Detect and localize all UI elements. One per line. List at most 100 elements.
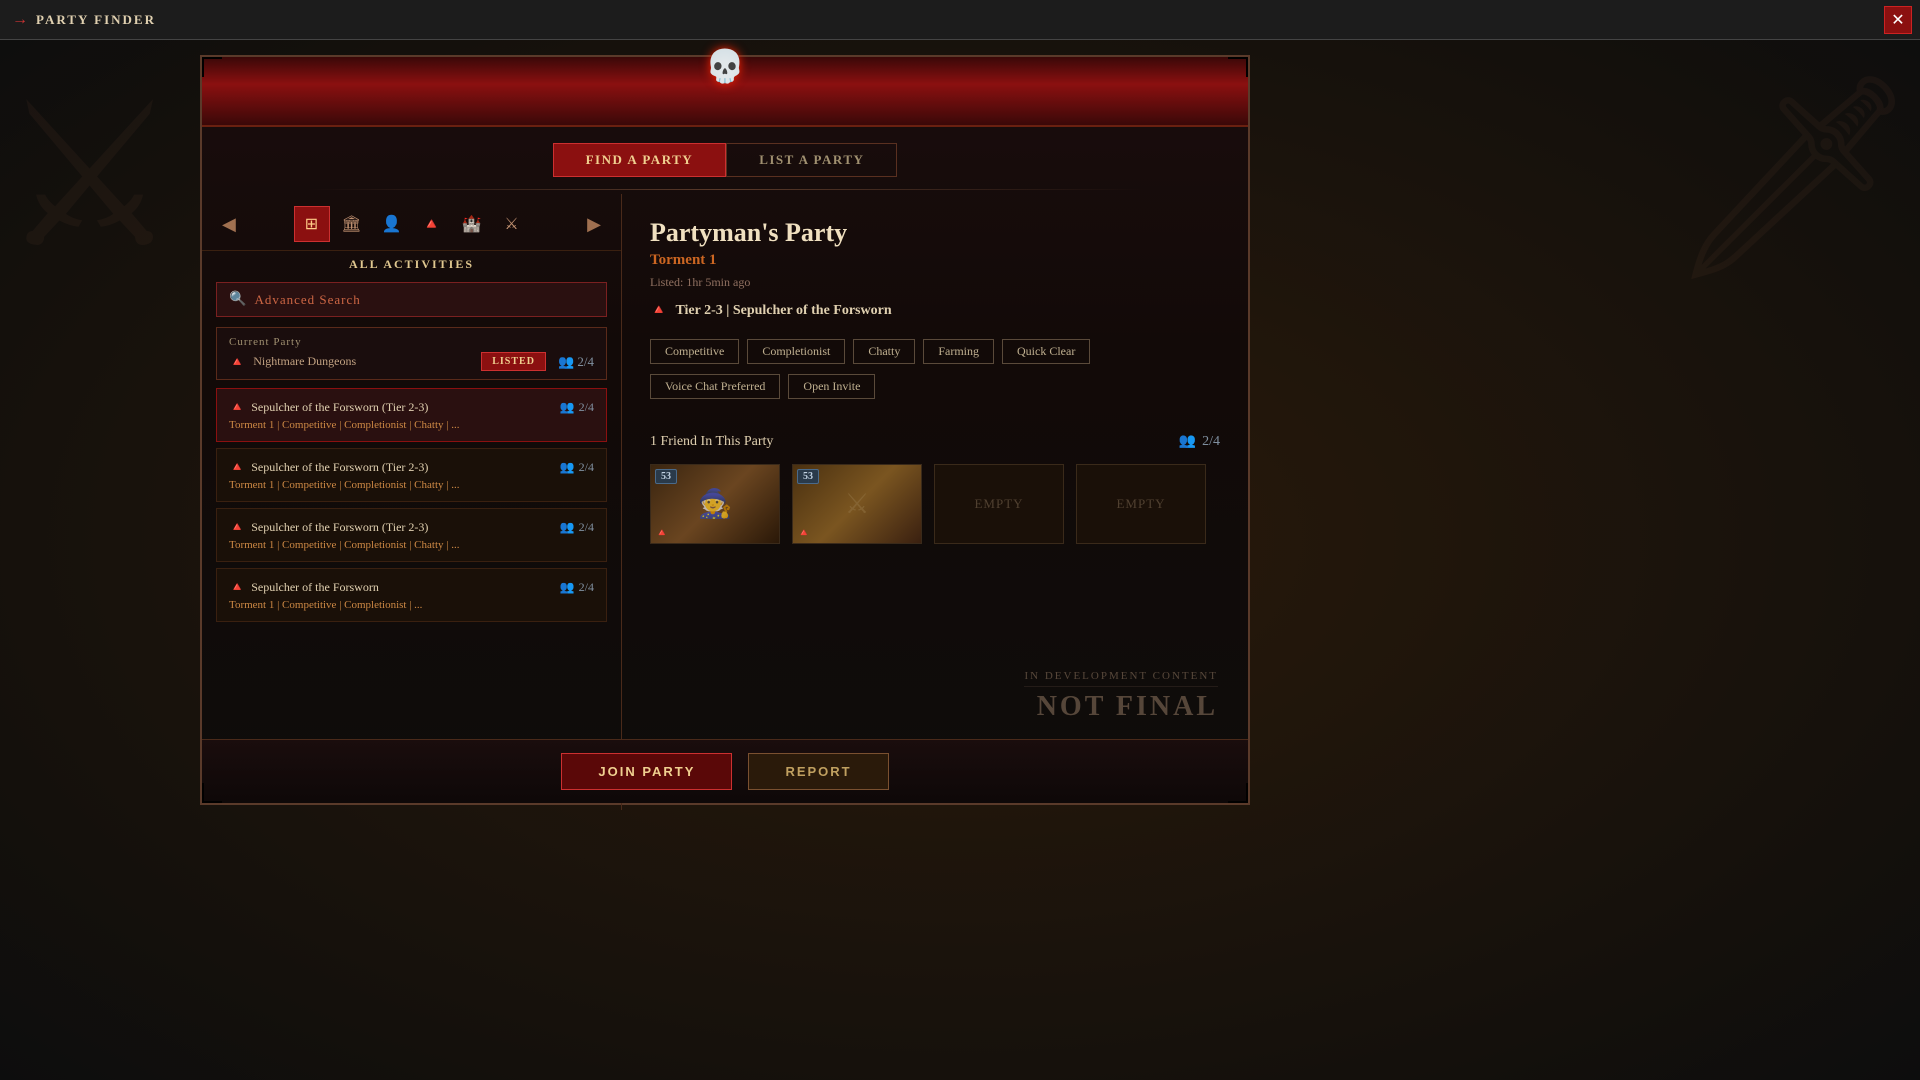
party-list-item[interactable]: 🔺 Sepulcher of the Forsworn (Tier 2-3) 👥…: [216, 388, 607, 442]
party-list-item[interactable]: 🔺 Sepulcher of the Forsworn (Tier 2-3) 👥…: [216, 508, 607, 562]
filter-castle-icon[interactable]: 🏰: [454, 206, 490, 242]
search-text: Advanced Search: [254, 292, 360, 308]
player-level-2: 53: [797, 469, 819, 484]
current-party-label: Current Party: [229, 336, 594, 348]
current-party-box: Current Party 🔺 Nightmare Dungeons LISTE…: [216, 327, 607, 380]
party-name-title: Partyman's Party: [650, 218, 1220, 248]
tag-voice-chat: Voice Chat Preferred: [650, 374, 780, 399]
tags-row-1: Competitive Completionist Chatty Farming…: [650, 339, 1220, 364]
left-panel: ◀ ⊞ 🏛 👤 🔺 🏰 ⚔ ▶ ALL ACTIVITIES 🔍 Advance…: [202, 194, 622, 810]
filter-fire-icon[interactable]: 🔺: [414, 206, 450, 242]
corner-tr: [1228, 57, 1248, 77]
party-list-item[interactable]: 🔺 Sepulcher of the Forsworn 👥 2/4 Tormen…: [216, 568, 607, 622]
filter-sword-icon[interactable]: ⚔: [494, 206, 530, 242]
current-party-content: 🔺 Nightmare Dungeons LISTED 👥 2/4: [229, 352, 594, 371]
filter-all-icon[interactable]: ⊞: [294, 206, 330, 242]
friends-header: 1 Friend In This Party 👥 2/4: [650, 433, 1220, 450]
party-list-item[interactable]: 🔺 Sepulcher of the Forsworn (Tier 2-3) 👥…: [216, 448, 607, 502]
player-level-1: 53: [655, 469, 677, 484]
title-bar-title: PARTY FINDER: [36, 12, 156, 28]
tag-open-invite: Open Invite: [788, 374, 875, 399]
party-name-text-2: Sepulcher of the Forsworn (Tier 2-3): [251, 460, 428, 475]
join-party-button[interactable]: Join Party: [561, 753, 732, 790]
bottom-bar: Join Party Report: [202, 739, 1248, 803]
modal-body: ◀ ⊞ 🏛 👤 🔺 🏰 ⚔ ▶ ALL ACTIVITIES 🔍 Advance…: [202, 194, 1248, 810]
party-listed-time: Listed: 1hr 5min ago: [650, 275, 1220, 290]
dungeon-icon-1: 🔺: [229, 399, 245, 415]
tab-find-party[interactable]: FIND A PARTY: [553, 143, 727, 177]
detail-dungeon-icon: 🔺: [650, 302, 667, 319]
player-slot-1: 🧙 53 🔺: [650, 464, 780, 544]
title-bar: → PARTY FINDER ✕: [0, 0, 1920, 40]
party-item-header: 🔺 Sepulcher of the Forsworn (Tier 2-3) 👥…: [229, 519, 594, 535]
party-difficulty: Torment 1: [650, 252, 1220, 269]
friends-section: 1 Friend In This Party 👥 2/4 🧙 53 🔺: [650, 433, 1220, 544]
party-member-count-4: 👥 2/4: [560, 580, 594, 595]
decorative-right: 🗡: [1666, 60, 1920, 295]
party-dungeon-detail: 🔺 Tier 2-3 | Sepulcher of the Forsworn: [650, 302, 1220, 319]
player-slots: 🧙 53 🔺 ⚔ 53 🔺 EMPT: [650, 464, 1220, 544]
party-item-name: 🔺 Sepulcher of the Forsworn (Tier 2-3): [229, 459, 428, 475]
decorative-left: ⚔: [0, 60, 179, 293]
current-party-dungeon-icon: 🔺: [229, 354, 245, 370]
report-button[interactable]: Report: [748, 753, 888, 790]
current-party-info: 🔺 Nightmare Dungeons: [229, 354, 356, 370]
dungeon-icon-4: 🔺: [229, 579, 245, 595]
empty-slot-label-3: EMPTY: [974, 496, 1023, 512]
close-button[interactable]: ✕: [1884, 6, 1912, 34]
player-class-icon-1: 🔺: [655, 526, 669, 539]
tag-quick-clear: Quick Clear: [1002, 339, 1090, 364]
right-panel: Partyman's Party Torment 1 Listed: 1hr 5…: [622, 194, 1248, 810]
current-party-dungeon-name: Nightmare Dungeons: [253, 354, 356, 369]
party-item-tags-4: Torment 1 | Competitive | Completionist …: [229, 599, 594, 611]
tab-list-party[interactable]: LIST A PARTY: [726, 143, 897, 177]
party-item-tags-3: Torment 1 | Competitive | Completionist …: [229, 539, 594, 551]
tab-row: FIND A PARTY LIST A PARTY: [202, 127, 1248, 185]
dev-text-large: NOT FINAL: [1024, 691, 1218, 723]
tag-chatty: Chatty: [853, 339, 915, 364]
party-item-tags-1: Torment 1 | Competitive | Completionist …: [229, 419, 594, 431]
modal-container: 💀 FIND A PARTY LIST A PARTY ◀ ⊞ 🏛 👤 🔺 🏰 …: [200, 55, 1250, 805]
party-name-text-1: Sepulcher of the Forsworn (Tier 2-3): [251, 400, 428, 415]
party-item-header: 🔺 Sepulcher of the Forsworn (Tier 2-3) 👥…: [229, 459, 594, 475]
dev-text-small: IN DEVELOPMENT CONTENT: [1024, 670, 1218, 682]
party-item-name: 🔺 Sepulcher of the Forsworn (Tier 2-3): [229, 519, 428, 535]
filter-character-icon[interactable]: 👤: [374, 206, 410, 242]
all-activities-label: ALL ACTIVITIES: [202, 251, 621, 282]
party-item-name: 🔺 Sepulcher of the Forsworn: [229, 579, 379, 595]
tag-farming: Farming: [923, 339, 994, 364]
player-slot-3: EMPTY: [934, 464, 1064, 544]
party-member-count-3: 👥 2/4: [560, 520, 594, 535]
tag-competitive: Competitive: [650, 339, 739, 364]
title-bar-arrow-icon: →: [12, 11, 28, 29]
friends-count: 👥 2/4: [1179, 433, 1220, 450]
player-class-icon-2: 🔺: [797, 526, 811, 539]
filter-prev-button[interactable]: ◀: [216, 212, 242, 237]
listed-badge: LISTED: [481, 352, 546, 371]
activity-filter-row: ◀ ⊞ 🏛 👤 🔺 🏰 ⚔ ▶: [202, 194, 621, 251]
divider: [307, 189, 1144, 190]
filter-next-button[interactable]: ▶: [581, 212, 607, 237]
party-item-name: 🔺 Sepulcher of the Forsworn (Tier 2-3): [229, 399, 428, 415]
skull-icon: 💀: [705, 47, 745, 85]
party-item-header: 🔺 Sepulcher of the Forsworn (Tier 2-3) 👥…: [229, 399, 594, 415]
friends-label: 1 Friend In This Party: [650, 434, 773, 450]
empty-slot-label-4: EMPTY: [1116, 496, 1165, 512]
filter-icons-group: ⊞ 🏛 👤 🔺 🏰 ⚔: [294, 206, 530, 242]
modal-header-band: 💀: [202, 57, 1248, 127]
corner-br: [1228, 783, 1248, 803]
party-item-tags-2: Torment 1 | Competitive | Completionist …: [229, 479, 594, 491]
corner-tl: [202, 57, 222, 77]
tag-completionist: Completionist: [747, 339, 845, 364]
search-icon: 🔍: [229, 291, 246, 308]
corner-bl: [202, 783, 222, 803]
tags-row-2: Voice Chat Preferred Open Invite: [650, 374, 1220, 399]
party-item-header: 🔺 Sepulcher of the Forsworn 👥 2/4: [229, 579, 594, 595]
dungeon-icon-2: 🔺: [229, 459, 245, 475]
filter-dungeon-icon[interactable]: 🏛: [334, 206, 370, 242]
player-slot-2: ⚔ 53 🔺: [792, 464, 922, 544]
party-member-count-2: 👥 2/4: [560, 460, 594, 475]
dev-watermark: IN DEVELOPMENT CONTENT NOT FINAL: [1024, 670, 1218, 723]
current-party-members: 👥 2/4: [558, 354, 594, 370]
search-bar[interactable]: 🔍 Advanced Search: [216, 282, 607, 317]
